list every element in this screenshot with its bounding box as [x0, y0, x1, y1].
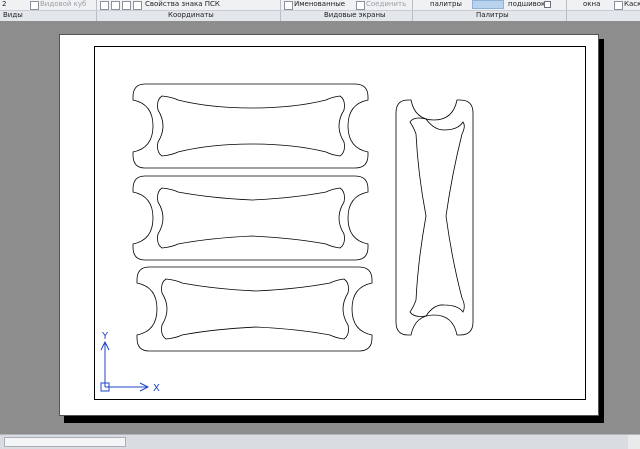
ucs-x-label: X: [153, 383, 160, 394]
part-outline-4[interactable]: [395, 99, 474, 336]
status-bar: [0, 434, 640, 449]
part-outline-1[interactable]: [132, 83, 369, 169]
ucs-icon[interactable]: [100, 340, 150, 392]
layout-tabs[interactable]: [4, 437, 126, 447]
drawing-canvas[interactable]: Y X: [0, 0, 640, 448]
resize-grip[interactable]: [628, 435, 640, 449]
part-outline-2[interactable]: [132, 175, 369, 261]
part-outline-3[interactable]: [136, 266, 373, 352]
ucs-y-label: Y: [101, 331, 109, 342]
